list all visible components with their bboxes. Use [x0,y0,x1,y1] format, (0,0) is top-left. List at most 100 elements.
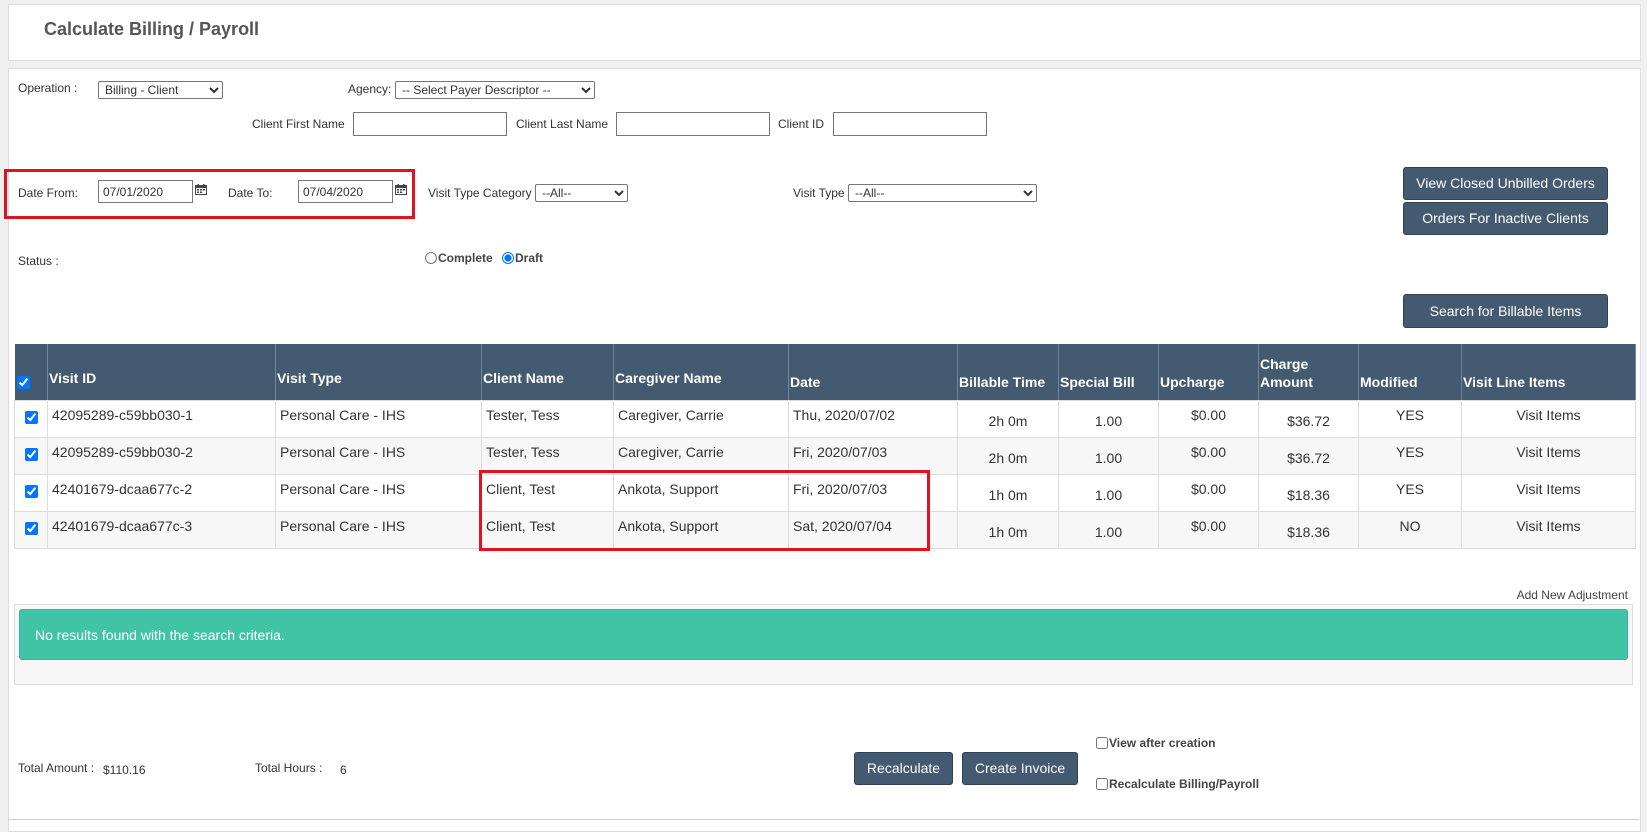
date-from-label: Date From: [18,186,79,200]
visit-id: 42401679-dcaa677c-3 [52,517,193,534]
select-all-checkbox[interactable] [16,375,30,389]
col-client-name[interactable]: Client Name [481,344,614,400]
recalculate-button[interactable]: Recalculate [854,752,953,785]
col-visit-line-items[interactable]: Visit Line Items [1461,344,1636,400]
page-title: Calculate Billing / Payroll [44,19,260,39]
modified: YES [1395,480,1424,497]
visit-items-cell[interactable]: Visit Items [1461,436,1636,475]
total-amount-value: $110.16 [103,763,146,777]
billable-time-cell: 1h 0m [957,510,1059,549]
special-bill-cell: 1.00 [1058,510,1159,549]
visit-type-cell: Personal Care - IHS [275,399,482,438]
col-date[interactable]: Date [788,344,958,400]
col-special-bill[interactable]: Special Bill [1058,344,1159,400]
visit-items-link[interactable]: Visit Items [1516,481,1580,497]
visit-items-cell[interactable]: Visit Items [1461,510,1636,549]
visit-type-category-select[interactable]: --All-- [535,184,628,202]
operation-select[interactable]: Billing - Client [98,81,223,99]
row-checkbox[interactable] [24,447,38,461]
charge-amount: $18.36 [1287,523,1330,540]
first-name-label: Client First Name [252,117,345,131]
rows-highlight [479,470,930,551]
create-invoice-button[interactable]: Create Invoice [962,752,1078,785]
col-modified[interactable]: Modified [1358,344,1462,400]
billable-time-cell: 2h 0m [957,399,1059,438]
search-billable-items-button[interactable]: Search for Billable Items [1403,294,1608,328]
upcharge: $0.00 [1190,517,1227,534]
agency-select[interactable]: -- Select Payer Descriptor -- [395,81,595,99]
date-cell: Fri, 2020/07/03 [788,436,958,475]
no-results-text: No results found with the search criteri… [35,627,285,643]
special-bill-cell: 1.00 [1058,436,1159,475]
upcharge-cell: $0.00 [1158,510,1259,549]
recalculate-billing-checkbox[interactable] [1096,778,1108,790]
status-complete-radio[interactable]: Complete [425,251,493,265]
col-visit-type[interactable]: Visit Type [275,344,482,400]
row-select-cell[interactable] [14,473,48,512]
row-select-cell[interactable] [14,436,48,475]
visit-type-label: Visit Type [793,186,845,200]
row-select-cell[interactable] [14,399,48,438]
view-after-creation-option[interactable]: View after creation [1096,736,1216,750]
row-checkbox[interactable] [24,410,38,424]
select-all-header[interactable] [14,344,48,400]
row-select-cell[interactable] [14,510,48,549]
radio-draft[interactable] [502,252,514,264]
billable-time: 1h 0m [988,486,1028,503]
row-checkbox[interactable] [24,484,38,498]
client-name: Tester, Tess [486,443,560,460]
view-after-creation-checkbox[interactable] [1096,737,1108,749]
visit-items-cell[interactable]: Visit Items [1461,473,1636,512]
modified-cell: YES [1358,399,1462,438]
row-checkbox[interactable] [24,521,38,535]
visit-items-link[interactable]: Visit Items [1516,444,1580,460]
col-billable-time[interactable]: Billable Time [957,344,1059,400]
radio-complete[interactable] [425,252,437,264]
billable-time: 1h 0m [988,523,1028,540]
table-row[interactable]: 42095289-c59bb030-1 Personal Care - IHS … [14,399,1636,438]
date-from-input[interactable] [98,180,193,203]
caregiver-name-cell: Caregiver, Carrie [613,436,789,475]
charge-amount-cell: $36.72 [1258,399,1359,438]
upcharge-cell: $0.00 [1158,436,1259,475]
date-cell: Thu, 2020/07/02 [788,399,958,438]
date-to-input[interactable] [298,180,393,203]
visit-type-select[interactable]: --All-- [848,184,1037,202]
upcharge-cell: $0.00 [1158,473,1259,512]
special-bill-cell: 1.00 [1058,399,1159,438]
col-caregiver-name[interactable]: Caregiver Name [613,344,789,400]
first-name-input[interactable] [353,112,507,136]
view-after-creation-text: View after creation [1109,736,1216,750]
visit-items-link[interactable]: Visit Items [1516,407,1580,423]
modified: YES [1395,443,1424,460]
caregiver-name-cell: Caregiver, Carrie [613,399,789,438]
special-bill: 1.00 [1094,412,1123,429]
upcharge: $0.00 [1190,443,1227,460]
modified-cell: NO [1358,510,1462,549]
client-id-input[interactable] [833,112,987,136]
upcharge: $0.00 [1190,480,1227,497]
col-visit-id[interactable]: Visit ID [47,344,276,400]
visit-items-link[interactable]: Visit Items [1516,518,1580,534]
orders-for-inactive-clients-button[interactable]: Orders For Inactive Clients [1403,202,1608,235]
add-new-adjustment-link[interactable]: Add New Adjustment [1517,588,1628,602]
last-name-input[interactable] [616,112,770,136]
table-row[interactable]: 42095289-c59bb030-2 Personal Care - IHS … [14,436,1636,475]
calendar-icon[interactable] [395,184,407,195]
status-draft-radio[interactable]: Draft [502,251,543,265]
calendar-icon[interactable] [195,184,207,195]
client-name-cell: Tester, Tess [481,436,614,475]
visit-type-category-label: Visit Type Category [428,186,532,200]
table-header-row: Visit ID Visit Type Client Name Caregive… [14,344,1636,400]
agency-label: Agency: [348,82,392,96]
visit-items-cell[interactable]: Visit Items [1461,399,1636,438]
recalculate-billing-option[interactable]: Recalculate Billing/Payroll [1096,777,1259,791]
col-upcharge[interactable]: Upcharge [1158,344,1259,400]
visit-id-cell: 42095289-c59bb030-2 [47,436,276,475]
visit-type-cell: Personal Care - IHS [275,510,482,549]
col-charge-amount[interactable]: Charge Amount [1258,344,1359,400]
modified: NO [1399,517,1421,534]
visit-id-cell: 42095289-c59bb030-1 [47,399,276,438]
special-bill: 1.00 [1094,449,1123,466]
view-closed-unbilled-orders-button[interactable]: View Closed Unbilled Orders [1403,167,1608,200]
